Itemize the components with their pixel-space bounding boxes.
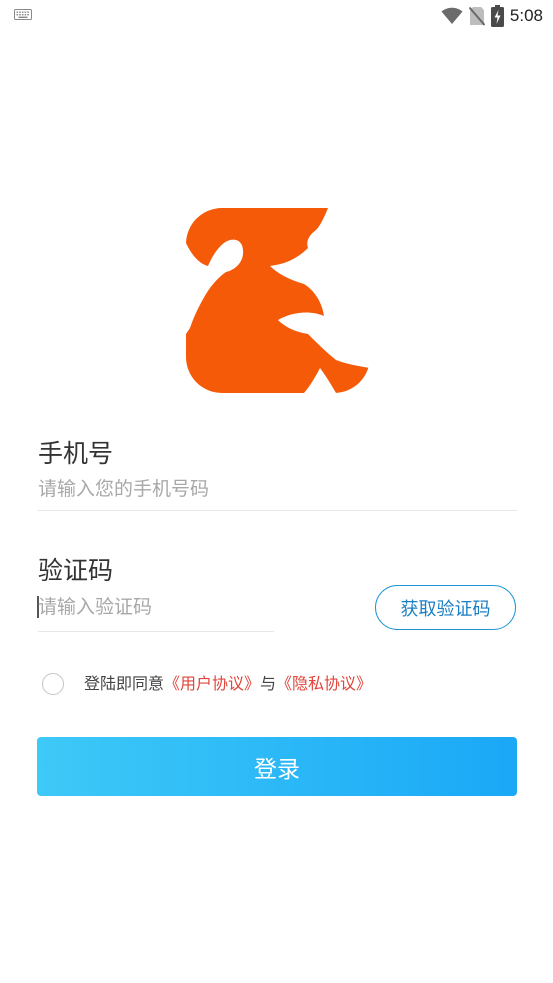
code-label: 验证码 <box>38 556 114 585</box>
get-code-button[interactable]: 获取验证码 <box>375 585 516 630</box>
code-input[interactable] <box>38 594 268 620</box>
agreement-prefix: 登陆即同意 <box>84 674 165 693</box>
status-bar: 5:08 <box>0 0 553 32</box>
wifi-icon <box>441 7 463 24</box>
code-divider <box>38 631 274 632</box>
phone-input[interactable] <box>38 476 508 502</box>
agreement-checkbox[interactable] <box>42 673 64 695</box>
battery-charging-icon <box>490 5 504 27</box>
privacy-agreement-link[interactable]: 《隐私协议》 <box>276 674 372 693</box>
phone-label: 手机号 <box>38 439 114 468</box>
agreement-text: 登陆即同意《用户协议》与《隐私协议》 <box>84 673 372 695</box>
agreement-joiner: 与 <box>260 674 277 693</box>
keyboard-icon <box>14 9 32 20</box>
no-sim-icon <box>468 6 485 26</box>
user-agreement-link[interactable]: 《用户协议》 <box>164 674 260 693</box>
phone-divider <box>38 510 517 511</box>
app-logo <box>186 208 370 393</box>
login-button[interactable]: 登录 <box>37 737 517 796</box>
status-time: 5:08 <box>509 6 543 25</box>
